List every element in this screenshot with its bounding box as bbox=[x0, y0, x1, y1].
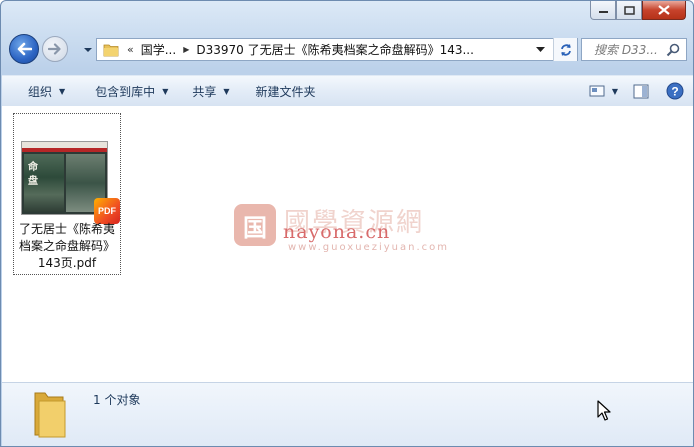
breadcrumb-current[interactable]: D33970 了无居士《陈希夷档案之命盘解码》143... bbox=[196, 41, 474, 58]
include-in-library-label: 包含到库中 bbox=[95, 84, 156, 99]
view-controls: ▼ ? bbox=[584, 79, 688, 103]
watermark-url: nayona.cn bbox=[283, 221, 391, 243]
recent-pages-dropdown-icon[interactable] bbox=[83, 46, 93, 54]
arrow-left-icon bbox=[17, 42, 32, 56]
minimize-icon bbox=[598, 11, 608, 13]
close-icon bbox=[658, 5, 670, 15]
overflow-chevron[interactable]: « bbox=[127, 43, 134, 56]
folder-icon bbox=[103, 44, 119, 56]
help-button[interactable]: ? bbox=[662, 79, 688, 103]
arrow-right-icon bbox=[48, 43, 61, 55]
search-box[interactable]: 搜索 D33... bbox=[581, 38, 687, 61]
help-icon: ? bbox=[666, 82, 684, 100]
file-name-label: 了无居士《陈希夷 档案之命盘解码》 143页.pdf bbox=[18, 222, 115, 270]
maximize-button[interactable] bbox=[616, 1, 642, 20]
details-pane: 1 个对象 bbox=[2, 382, 693, 446]
forward-button[interactable] bbox=[42, 36, 68, 62]
mouse-cursor-icon bbox=[597, 400, 611, 421]
watermark-seal: 国 bbox=[234, 204, 276, 246]
maximize-icon bbox=[623, 5, 635, 15]
search-placeholder[interactable]: 搜索 D33... bbox=[594, 41, 664, 58]
breadcrumb-parent[interactable]: 国学... bbox=[141, 41, 176, 58]
change-view-button[interactable] bbox=[584, 79, 610, 103]
new-folder-button[interactable]: 新建文件夹 bbox=[246, 79, 326, 103]
watermark-subtitle: www.guoxueziyuan.com bbox=[288, 242, 449, 253]
back-button[interactable] bbox=[9, 34, 39, 64]
thumb-glyph: 命 bbox=[28, 162, 38, 173]
search-icon[interactable] bbox=[666, 43, 680, 57]
chevron-down-icon: ▼ bbox=[59, 86, 66, 96]
caption-buttons bbox=[590, 1, 686, 21]
close-button[interactable] bbox=[642, 1, 686, 20]
refresh-button[interactable] bbox=[553, 38, 577, 61]
include-in-library-menu[interactable]: 包含到库中 ▼ bbox=[85, 79, 178, 103]
preview-pane-button[interactable] bbox=[628, 79, 654, 103]
refresh-icon bbox=[560, 43, 571, 56]
svg-text:?: ? bbox=[671, 85, 678, 99]
minimize-button[interactable] bbox=[590, 1, 616, 20]
address-bar[interactable]: « 国学... ▶ D33970 了无居士《陈希夷档案之命盘解码》143... bbox=[96, 38, 578, 61]
address-history-dropdown-icon[interactable] bbox=[536, 46, 545, 53]
command-bar: 组织 ▼ 包含到库中 ▼ 共享 ▼ 新建文件夹 ▼ ? bbox=[2, 75, 693, 107]
folder-icon bbox=[34, 392, 66, 438]
organize-label: 组织 bbox=[28, 84, 53, 99]
share-label: 共享 bbox=[192, 84, 217, 99]
share-menu[interactable]: 共享 ▼ bbox=[182, 79, 239, 103]
chevron-down-icon: ▼ bbox=[162, 86, 169, 96]
view-dropdown-icon[interactable]: ▼ bbox=[612, 87, 618, 96]
file-list[interactable]: 命 盘 PDF 了无居士《陈希夷 档案之命盘解码》 143页.pdf 国 國學資… bbox=[2, 106, 693, 382]
breadcrumb-separator-icon[interactable]: ▶ bbox=[183, 45, 189, 54]
new-folder-label: 新建文件夹 bbox=[255, 84, 316, 99]
thumb-glyph: 盘 bbox=[28, 176, 38, 187]
watermark: 国 國學資源網 nayona.cn www.guoxueziyuan.com bbox=[234, 196, 474, 256]
organize-menu[interactable]: 组织 ▼ bbox=[18, 79, 75, 103]
item-count: 1 个对象 bbox=[93, 393, 141, 407]
explorer-window: « 国学... ▶ D33970 了无居士《陈希夷档案之命盘解码》143... … bbox=[0, 0, 694, 447]
preview-pane-icon bbox=[633, 84, 649, 98]
file-item[interactable]: 命 盘 PDF 了无居士《陈希夷 档案之命盘解码》 143页.pdf bbox=[13, 113, 121, 275]
chevron-down-icon: ▼ bbox=[223, 86, 230, 96]
view-icon bbox=[589, 85, 605, 97]
